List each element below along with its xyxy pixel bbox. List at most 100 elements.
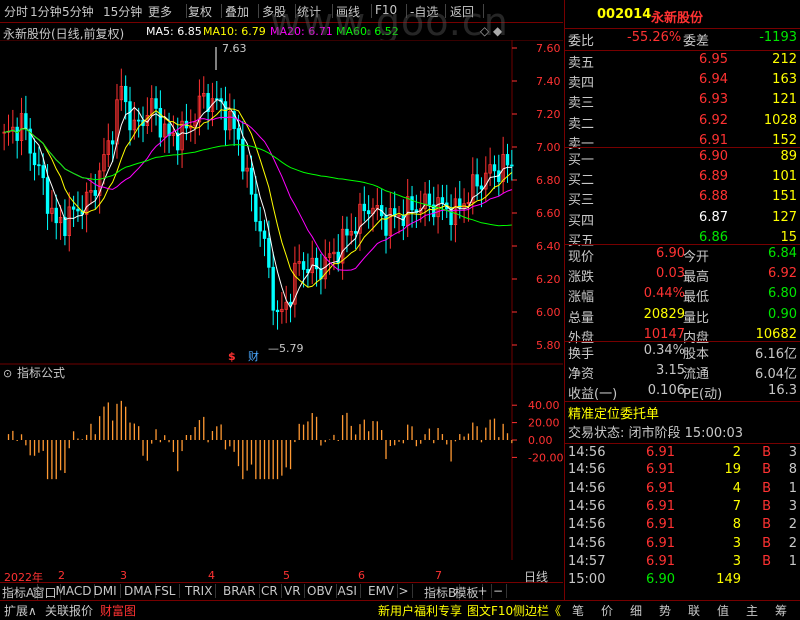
- stat-row: 涨幅 0.44% 最低 6.80: [565, 285, 800, 305]
- ask-row: 卖五 6.95 212: [565, 50, 800, 71]
- tick-price: 6.91: [646, 498, 675, 514]
- candle-body: [71, 206, 76, 210]
- tick-row: 14:56 6.91 2 B 3: [565, 443, 800, 463]
- bid-row: 买四 6.87 127: [565, 209, 800, 229]
- tick-side: B: [762, 553, 771, 569]
- stock-name: 永新股份: [651, 11, 704, 26]
- toolbar-item-5[interactable]: 复权: [188, 3, 212, 20]
- tick-volume: 4: [732, 480, 741, 496]
- toolbar-item-2[interactable]: 5分钟: [62, 3, 94, 20]
- indicator-tab-7[interactable]: BRAR: [223, 584, 260, 598]
- tick-price: 6.91: [646, 462, 675, 478]
- status-mid-0[interactable]: 新用户福利专享: [378, 602, 462, 619]
- stat-label: 最低: [683, 290, 710, 305]
- indicator-tab-6[interactable]: TRIX: [185, 584, 217, 598]
- stat2-label: 流通: [683, 366, 710, 382]
- indicator-tab-13[interactable]: >: [399, 584, 413, 598]
- indicator-tab-11[interactable]: ASI: [338, 584, 361, 598]
- status-mid-1[interactable]: 图文F10: [467, 602, 513, 619]
- candle-body: [267, 238, 271, 268]
- tab-6[interactable]: 主: [746, 602, 758, 619]
- tab-2[interactable]: 细: [630, 602, 642, 619]
- candle-body: [275, 309, 280, 313]
- tick-side: B: [762, 445, 771, 460]
- ask-volume: 212: [772, 52, 797, 67]
- tick-side: B: [762, 480, 771, 496]
- toolbar-sep: [258, 4, 259, 18]
- bid-volume: 101: [772, 168, 797, 184]
- ask-price: 6.92: [699, 112, 728, 128]
- tick-time: 14:56: [568, 462, 606, 478]
- toolbar-item-4[interactable]: 更多: [148, 3, 172, 20]
- tick-row: 14:56 6.91 8 B 2: [565, 516, 800, 536]
- status-left-2[interactable]: 财富图: [100, 602, 136, 619]
- tab-4[interactable]: 联: [688, 602, 700, 619]
- weibi-value: -55.26%: [627, 30, 682, 45]
- bid-label: 买三: [568, 193, 595, 208]
- indicator-tab-5[interactable]: FSL: [155, 584, 180, 598]
- ask-row: 卖三 6.93 121: [565, 91, 800, 111]
- candle-body: [362, 203, 367, 212]
- indicator-tab-3[interactable]: DMI: [94, 584, 121, 598]
- ask-price: 6.94: [699, 71, 728, 87]
- tick-count: 1: [788, 480, 797, 496]
- candle-body: [366, 210, 371, 215]
- toolbar-item-1[interactable]: 1分钟: [30, 3, 62, 20]
- indicator-tab-9[interactable]: VR: [284, 584, 305, 598]
- date-label: 7: [435, 569, 442, 582]
- stat-label: 涨跌: [568, 269, 595, 285]
- candle-body: [271, 266, 275, 311]
- status-left-1[interactable]: 关联报价: [45, 602, 93, 619]
- candle-body: [110, 140, 115, 145]
- stat-value: 0.90: [768, 306, 797, 322]
- jz-row[interactable]: 精准定位委托单: [565, 401, 800, 422]
- candle-body: [440, 197, 445, 204]
- tab-5[interactable]: 值: [717, 602, 729, 619]
- bid-price: 6.89: [699, 168, 728, 184]
- bid-price: 6.86: [699, 230, 728, 245]
- tick-price: 6.91: [646, 535, 675, 551]
- tab-3[interactable]: 势: [659, 602, 671, 619]
- tab-7[interactable]: 筹: [775, 602, 787, 619]
- kline-chart[interactable]: 7.60 7.40 7.20 7.00 6.80 6.60 6.40 6.20 6.00 5.80…: [0, 40, 563, 560]
- status-left-0[interactable]: 扩展∧: [4, 602, 37, 619]
- candle-body: [15, 126, 19, 141]
- stat-row: 涨跌 0.03 最高 6.92: [565, 265, 800, 285]
- period-label: 日线: [524, 570, 549, 584]
- tick-row: 14:56 6.91 19 B 8: [565, 461, 800, 481]
- tick-row: 14:56 6.91 3 B 2: [565, 535, 800, 555]
- bid-row: 买一 6.90 89: [565, 147, 800, 168]
- tick-row: 14:56 6.91 7 B 3: [565, 498, 800, 518]
- stat-label: 总量: [568, 310, 595, 326]
- ind-axis-label: 40.00: [528, 399, 560, 412]
- bid-volume: 15: [780, 230, 797, 245]
- stat-value: 0.44%: [643, 286, 685, 301]
- candle-body: [76, 208, 80, 212]
- tick-price: 6.91: [646, 480, 675, 496]
- toolbar-item-6[interactable]: 叠加: [225, 3, 249, 20]
- stat2-label: 收益(一): [568, 387, 618, 402]
- candle-body: [41, 165, 45, 179]
- tick-row: 14:57 6.91 3 B 1: [565, 553, 800, 573]
- tab-0[interactable]: 笔: [572, 602, 584, 619]
- tab-1[interactable]: 价: [601, 602, 613, 619]
- tick-time: 14:57: [568, 553, 606, 569]
- indicator-tab-16[interactable]: +: [478, 584, 492, 598]
- status-mid-2[interactable]: 侧边栏《: [513, 602, 561, 619]
- tick-time: 14:56: [568, 498, 606, 514]
- candle-body: [410, 196, 414, 211]
- indicator-tab-17[interactable]: −: [493, 584, 508, 598]
- indicator-tab-8[interactable]: CR: [261, 584, 282, 598]
- toolbar-item-3[interactable]: 15分钟: [103, 3, 142, 20]
- tick-price: 6.91: [646, 553, 675, 569]
- indicator-tab-10[interactable]: OBV: [307, 584, 337, 598]
- candle-body: [63, 216, 67, 237]
- indicator-tab-2[interactable]: MACD: [56, 584, 96, 598]
- stat-value: 10682: [755, 327, 797, 342]
- indicator-tab-4[interactable]: DMA: [124, 584, 156, 598]
- ask-volume: 152: [772, 133, 797, 148]
- indicator-tab-12[interactable]: EMV: [368, 584, 399, 598]
- toolbar-item-0[interactable]: 分时: [4, 3, 28, 20]
- tick-volume: 2: [732, 445, 741, 460]
- date-label: 6: [358, 569, 365, 582]
